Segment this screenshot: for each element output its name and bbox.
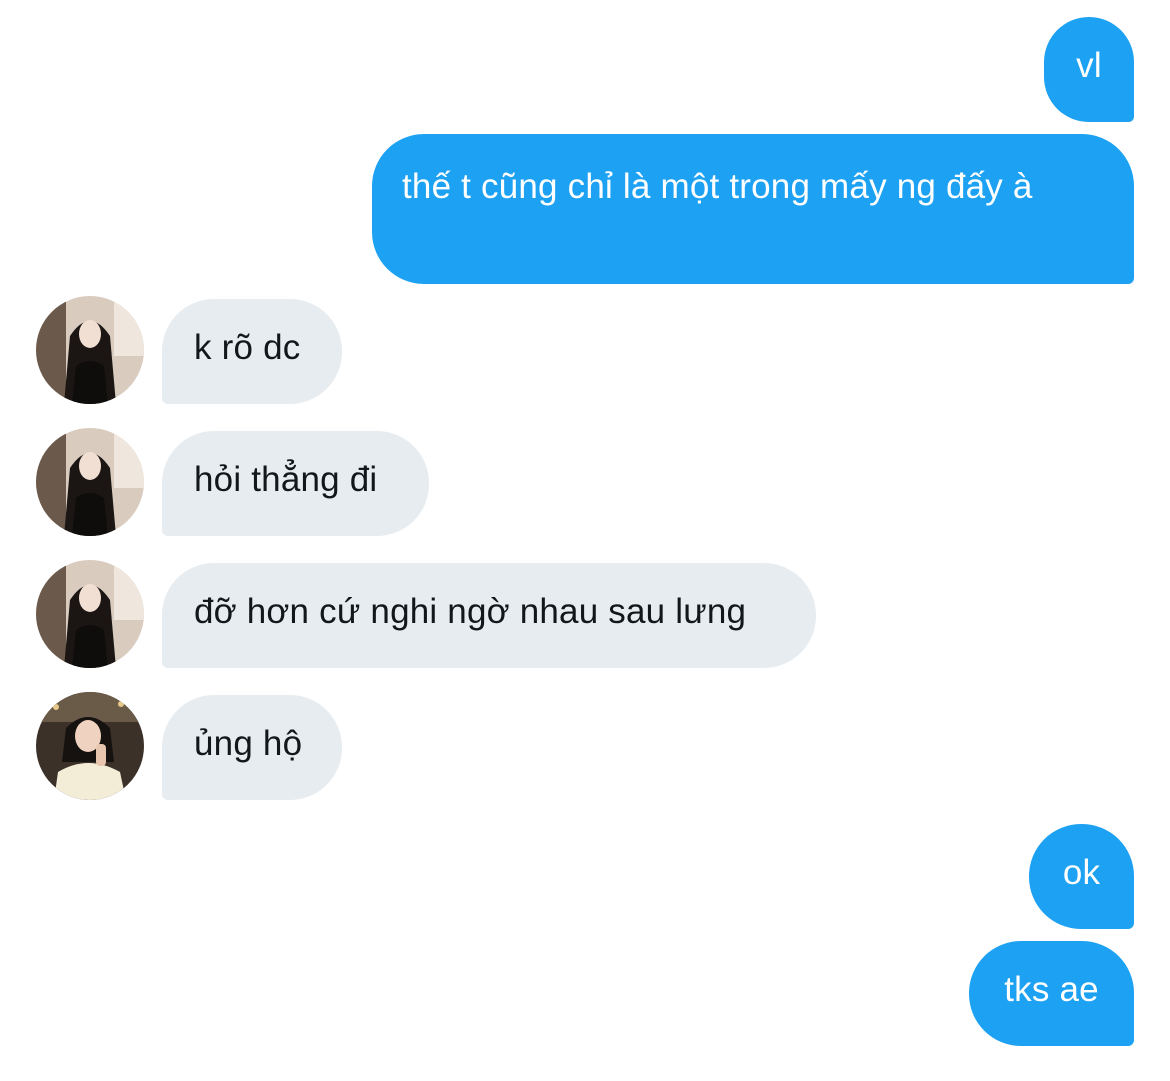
message-text: k rõ dc xyxy=(194,328,301,367)
received-message-bubble[interactable]: ủng hộ xyxy=(162,695,342,800)
message-text: ok xyxy=(1062,853,1101,892)
sent-message-bubble[interactable]: ok xyxy=(1029,824,1134,929)
message-text: tks ae xyxy=(1004,970,1099,1009)
avatar-icon[interactable] xyxy=(36,560,144,668)
sent-message-bubble[interactable]: thế t cũng chỉ là một trong mấy ng đấy à xyxy=(372,134,1134,284)
sent-message-bubble[interactable]: vl xyxy=(1044,17,1134,122)
avatar-icon[interactable] xyxy=(36,692,144,800)
message-text: đỡ hơn cứ nghi ngờ nhau sau lưng xyxy=(194,592,747,631)
sent-message-bubble[interactable]: tks ae xyxy=(969,941,1134,1046)
avatar-icon[interactable] xyxy=(36,428,144,536)
message-text: vl xyxy=(1076,46,1102,85)
received-message-bubble[interactable]: đỡ hơn cứ nghi ngờ nhau sau lưng xyxy=(162,563,816,668)
received-message-bubble[interactable]: k rõ dc xyxy=(162,299,342,404)
message-text: ủng hộ xyxy=(194,724,303,763)
avatar-icon[interactable] xyxy=(36,296,144,404)
message-text: thế t cũng chỉ là một trong mấy ng đấy à xyxy=(402,167,1033,206)
message-thread: vl thế t cũng chỉ là một trong mấy ng đấ… xyxy=(0,0,1170,1081)
received-message-bubble[interactable]: hỏi thẳng đi xyxy=(162,431,429,536)
message-text: hỏi thẳng đi xyxy=(194,460,378,499)
